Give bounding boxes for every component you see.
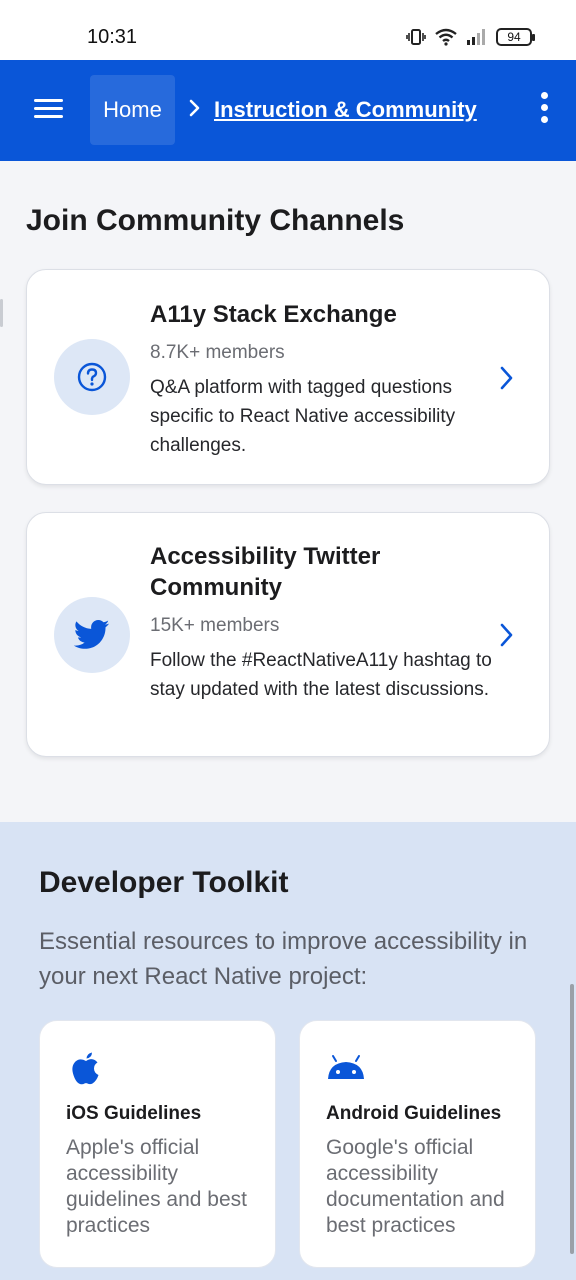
tool-card-description: Google's official accessibility document… <box>326 1136 505 1237</box>
breadcrumb-home[interactable]: Home <box>90 75 175 145</box>
tool-card-description: Apple's official accessibility guideline… <box>66 1136 247 1237</box>
chevron-right-icon <box>189 99 200 117</box>
status-bar: 10:31 94 <box>0 0 576 60</box>
android-icon <box>328 1055 364 1079</box>
signal-icon <box>467 29 485 45</box>
card-description: Follow the #ReactNativeA11y hashtag to s… <box>150 650 492 700</box>
apple-icon <box>72 1052 99 1085</box>
chevron-right-icon <box>500 366 513 390</box>
app-bar: Home Instruction & Community <box>0 60 576 161</box>
vibrate-icon <box>406 29 426 45</box>
edge-indicator <box>0 299 3 327</box>
card-members: 15K+ members <box>150 615 280 636</box>
card-members: 8.7K+ members <box>150 342 285 363</box>
tool-card-title: iOS Guidelines <box>66 1103 202 1124</box>
card-description: Q&A platform with tagged questions speci… <box>150 377 456 456</box>
question-circle-icon <box>54 339 130 415</box>
card-title: Accessibility Twitter Community <box>150 543 381 601</box>
toolkit-title: Developer Toolkit <box>39 866 289 899</box>
chevron-right-icon <box>500 623 513 647</box>
battery-indicator: 94 <box>496 28 535 46</box>
community-card-stack-exchange[interactable]: A11y Stack Exchange 8.7K+ members Q&A pl… <box>26 269 550 485</box>
twitter-bird-icon <box>54 597 130 673</box>
card-title: A11y Stack Exchange <box>150 301 397 328</box>
community-card-twitter[interactable]: Accessibility Twitter Community 15K+ mem… <box>26 512 550 757</box>
tool-card-android[interactable]: Android Guidelines Google's official acc… <box>299 1020 536 1268</box>
more-options-icon[interactable] <box>534 92 554 128</box>
wifi-icon <box>435 28 457 46</box>
tool-card-title: Android Guidelines <box>326 1103 502 1124</box>
status-time: 10:31 <box>87 26 138 48</box>
breadcrumb-current[interactable]: Instruction & Community <box>214 97 477 123</box>
toolkit-section: Developer Toolkit Essential resources to… <box>0 822 576 1280</box>
screen: 10:31 94 Home Instruction & Community Jo… <box>0 0 576 1280</box>
scrollbar[interactable] <box>570 984 574 1254</box>
community-section-title: Join Community Channels <box>26 204 405 237</box>
menu-icon[interactable] <box>26 94 70 128</box>
tool-card-ios[interactable]: iOS Guidelines Apple's official accessib… <box>39 1020 276 1268</box>
toolkit-description: Essential resources to improve accessibi… <box>39 928 528 990</box>
status-icons: 94 <box>406 28 535 46</box>
